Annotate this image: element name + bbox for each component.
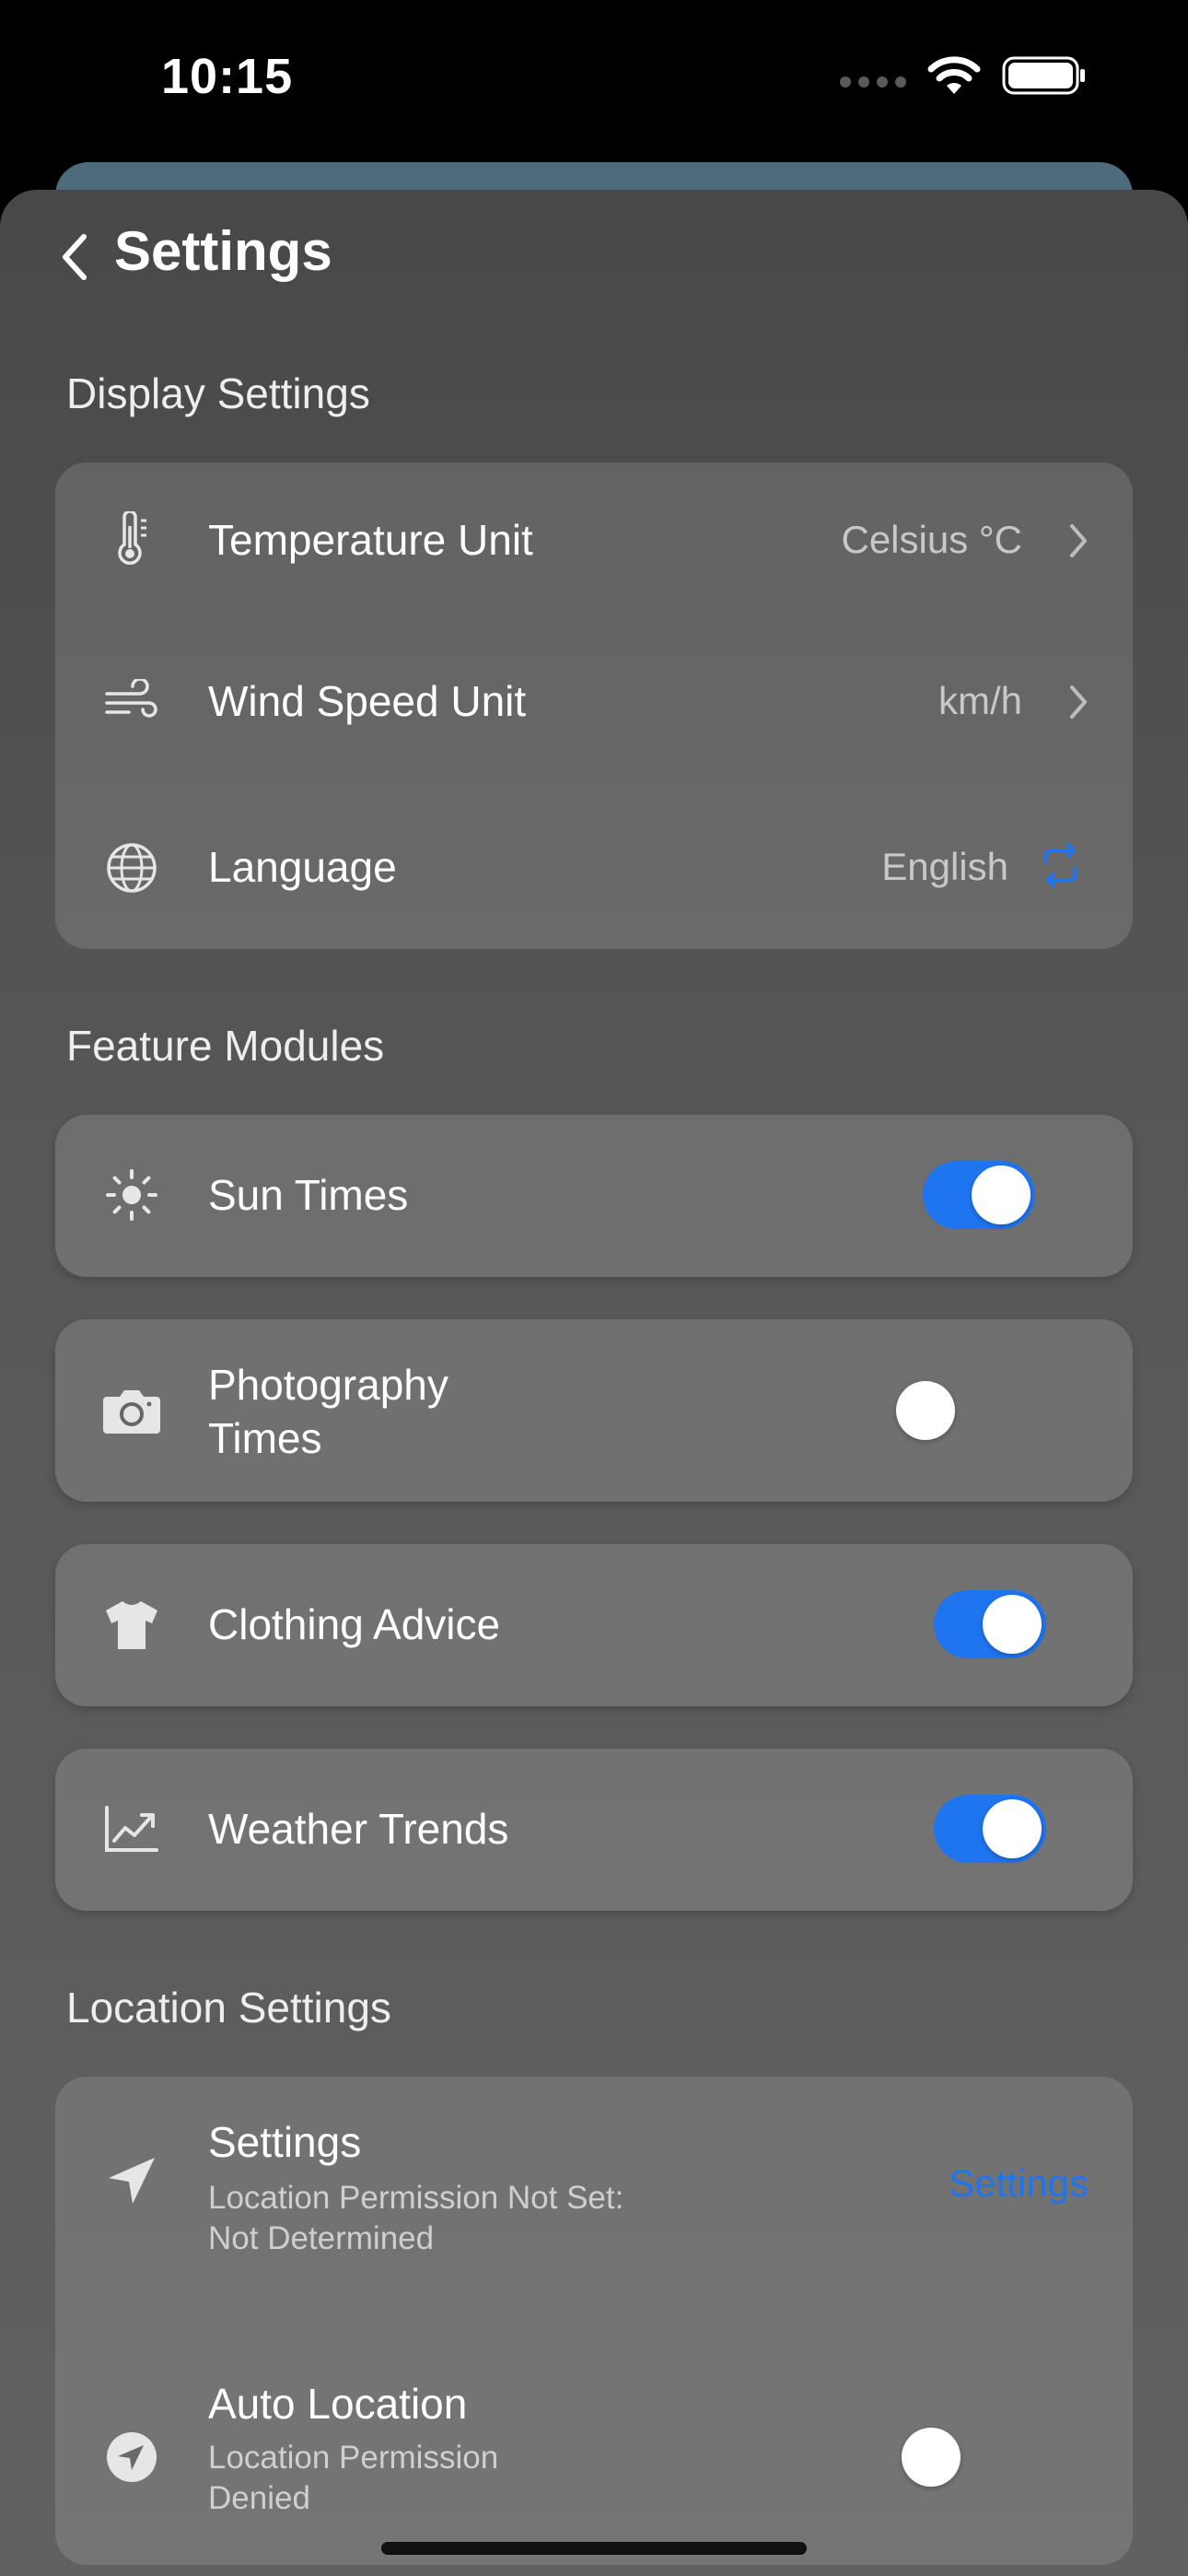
clothing-advice-toggle[interactable] — [934, 1590, 1046, 1658]
battery-icon — [1002, 56, 1085, 95]
wind-icon — [101, 672, 162, 732]
auto-location-status: Location Permission Denied — [208, 2440, 499, 2516]
home-indicator — [381, 2542, 807, 2555]
auto-location-row[interactable]: Auto Location Location Permission Denied — [55, 2335, 1133, 2565]
status-icons — [840, 55, 1087, 96]
module-label: Clothing Advice — [208, 1600, 501, 1648]
sun-icon — [101, 1165, 162, 1225]
back-button[interactable] — [46, 225, 101, 289]
camera-icon — [101, 1380, 162, 1441]
module-card-photography-times: Photography Times — [55, 1319, 1133, 1502]
status-time: 10:15 — [161, 49, 294, 104]
module-label: Photography Times — [208, 1361, 448, 1462]
chevron-left-icon — [63, 234, 87, 280]
section-title-location: Location Settings — [66, 1984, 391, 2032]
temperature-unit-value: Celsius °C — [841, 518, 1022, 561]
location-arrow-icon — [101, 2150, 162, 2211]
status-bar: 10:15 — [0, 0, 1188, 166]
module-label: Sun Times — [208, 1171, 409, 1219]
wind-speed-unit-row[interactable]: Wind Speed Unit km/h — [55, 624, 1133, 780]
thermometer-icon — [101, 510, 162, 571]
language-label: Language — [208, 843, 397, 891]
photography-times-toggle[interactable] — [891, 1376, 1004, 1445]
temperature-unit-row[interactable]: Temperature Unit Celsius °C — [55, 463, 1133, 619]
settings-sheet: Settings Display Settings Temperature Un… — [0, 190, 1188, 2576]
cellular-signal-icon — [840, 76, 906, 88]
language-value: English — [881, 845, 1008, 888]
wind-speed-unit-label: Wind Speed Unit — [208, 677, 527, 725]
module-card-clothing-advice: Clothing Advice — [55, 1544, 1133, 1706]
location-settings-card: Settings Location Permission Not Set: No… — [55, 2077, 1133, 2565]
auto-location-toggle[interactable] — [897, 2423, 1009, 2491]
chevron-right-icon — [1065, 679, 1092, 725]
chevron-right-icon — [1065, 518, 1092, 564]
module-card-sun-times: Sun Times — [55, 1115, 1133, 1277]
tshirt-icon — [101, 1594, 162, 1655]
location-circle-icon — [101, 2427, 162, 2488]
location-permission-status: Location Permission Not Set: Not Determi… — [208, 2180, 624, 2256]
location-permission-label: Settings — [208, 2118, 362, 2166]
module-label: Weather Trends — [208, 1805, 509, 1853]
wifi-icon — [927, 56, 981, 94]
section-title-display: Display Settings — [66, 369, 370, 417]
weather-trends-toggle[interactable] — [934, 1795, 1046, 1863]
chart-line-icon — [101, 1798, 162, 1859]
display-settings-card: Temperature Unit Celsius °C Wind Speed U… — [55, 463, 1133, 949]
sun-times-toggle[interactable] — [923, 1161, 1035, 1229]
open-settings-link[interactable]: Settings — [949, 2161, 1089, 2206]
section-title-features: Feature Modules — [66, 1022, 385, 1070]
refresh-icon[interactable] — [1037, 841, 1085, 894]
wind-speed-unit-value: km/h — [938, 679, 1022, 722]
temperature-unit-label: Temperature Unit — [208, 516, 533, 564]
auto-location-label: Auto Location — [208, 2380, 468, 2428]
globe-icon — [101, 837, 162, 898]
module-card-weather-trends: Weather Trends — [55, 1749, 1133, 1911]
page-title: Settings — [114, 220, 332, 282]
location-permission-row[interactable]: Settings Location Permission Not Set: No… — [55, 2077, 1133, 2316]
language-row[interactable]: Language English — [55, 790, 1133, 946]
